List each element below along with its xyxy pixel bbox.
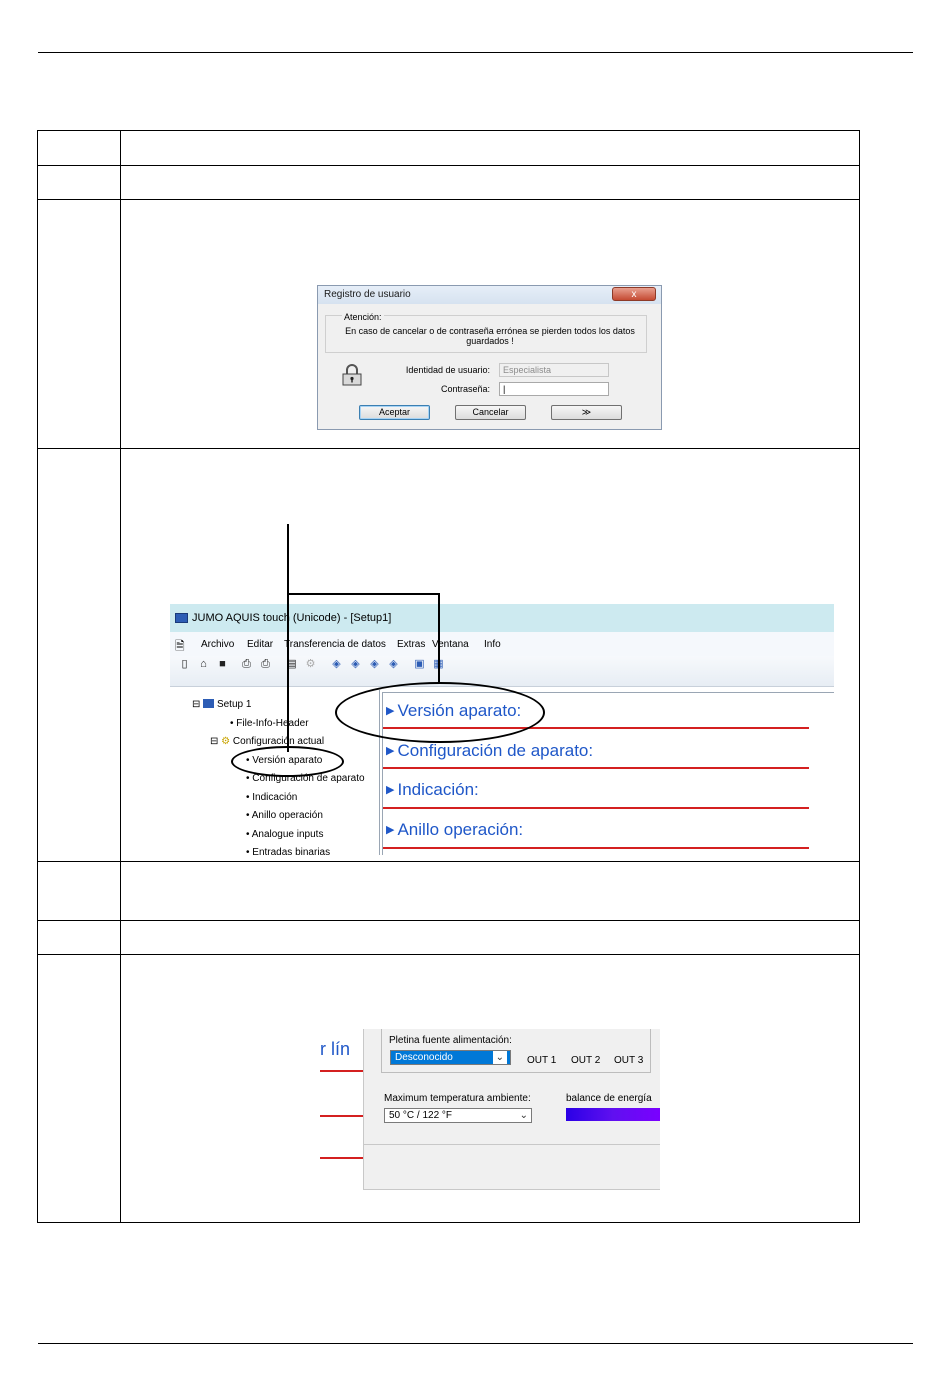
tree-node-display[interactable]: • Indicación bbox=[246, 792, 297, 803]
menu-transferencia[interactable]: Transferencia de datos bbox=[284, 639, 386, 650]
tree-node-setup-label: Setup 1 bbox=[216, 699, 252, 710]
monitor-icon[interactable]: ▣ bbox=[413, 658, 426, 671]
open-folder-icon[interactable]: ⌂ bbox=[197, 658, 210, 671]
power-board-label: Pletina fuente alimentación: bbox=[389, 1035, 512, 1046]
output-1-label: OUT 1 bbox=[527, 1055, 557, 1066]
tree-node-analog[interactable]: • Analogue inputs bbox=[246, 829, 323, 840]
save-icon[interactable]: ■ bbox=[216, 658, 229, 671]
table-row-divider bbox=[38, 861, 859, 862]
print-icon[interactable]: ⎙ bbox=[259, 658, 272, 671]
cancel-button[interactable]: Cancelar bbox=[455, 405, 526, 420]
output-3-label: OUT 3 bbox=[614, 1055, 644, 1066]
expand-triangle-icon: ▶ bbox=[386, 784, 395, 796]
section-device-config-label: Configuración de aparato: bbox=[397, 741, 594, 760]
tree-node-setup[interactable]: ⊟ Setup 1 bbox=[192, 699, 251, 710]
section-ring[interactable]: ▶ Anillo operación: bbox=[386, 820, 523, 840]
table-column-divider bbox=[120, 131, 121, 1222]
max-temp-value: 50 °C / 122 °F bbox=[389, 1110, 453, 1121]
expand-button[interactable]: ≫ bbox=[551, 405, 622, 420]
cut-section-text: r lín bbox=[320, 1039, 351, 1059]
section-divider bbox=[320, 1115, 363, 1117]
energy-balance-bar bbox=[566, 1108, 660, 1121]
header-rule bbox=[38, 52, 913, 53]
table-row-divider bbox=[38, 448, 859, 449]
tree-node-file-info[interactable]: • File-Info-Header bbox=[230, 718, 309, 729]
accept-button[interactable]: Aceptar bbox=[359, 405, 430, 420]
callout-line-1 bbox=[287, 524, 289, 752]
chevron-down-icon: ⌄ bbox=[519, 1110, 528, 1121]
section-divider bbox=[383, 767, 809, 769]
transfer-left-icon[interactable]: ◈ bbox=[368, 658, 381, 671]
power-board-select[interactable]: Desconocido ⌄ bbox=[390, 1050, 511, 1065]
section-display-label: Indicación: bbox=[397, 780, 479, 799]
output-2-label: OUT 2 bbox=[571, 1055, 601, 1066]
password-field[interactable]: | bbox=[499, 382, 609, 396]
menu-info[interactable]: Info bbox=[484, 639, 501, 650]
callout-line-3 bbox=[438, 593, 440, 683]
table-row-divider bbox=[38, 920, 859, 921]
section-divider bbox=[383, 847, 809, 849]
section-device-config[interactable]: ▶ Configuración de aparato: bbox=[386, 741, 593, 761]
tree-node-ring[interactable]: • Anillo operación bbox=[246, 810, 323, 821]
transfer-down-icon[interactable]: ◈ bbox=[349, 658, 362, 671]
setup-icon bbox=[203, 699, 215, 708]
section-divider bbox=[320, 1157, 363, 1159]
chevron-down-icon: ⌄ bbox=[492, 1051, 507, 1064]
menu-editar[interactable]: Editar bbox=[247, 639, 273, 650]
new-file-icon[interactable]: ▯ bbox=[178, 658, 191, 671]
table-row-divider bbox=[38, 199, 859, 200]
transfer-right-icon[interactable]: ◈ bbox=[387, 658, 400, 671]
table-row-divider bbox=[38, 954, 859, 955]
transfer-up-icon[interactable]: ◈ bbox=[330, 658, 343, 671]
section-divider bbox=[320, 1070, 363, 1072]
warning-group-label: Atención: bbox=[342, 312, 384, 322]
lock-icon bbox=[342, 364, 362, 386]
user-identity-field[interactable]: Especialista bbox=[499, 363, 609, 377]
table-row-divider bbox=[38, 165, 859, 166]
energy-balance-label: balance de energía bbox=[566, 1093, 652, 1104]
power-board-value: Desconocido bbox=[395, 1052, 453, 1063]
app-icon bbox=[175, 613, 188, 623]
menu-extras[interactable]: Extras bbox=[397, 639, 425, 650]
highlight-ellipse-tree bbox=[231, 746, 344, 777]
warning-message: En caso de cancelar o de contraseña erró… bbox=[345, 326, 635, 346]
expand-triangle-icon: ▶ bbox=[386, 745, 395, 757]
dialog-title: Registro de usuario bbox=[324, 289, 411, 300]
tree-node-analog-label: Analogue inputs bbox=[251, 829, 324, 840]
tree-node-binary[interactable]: • Entradas binarias bbox=[246, 847, 330, 855]
device-config-crop: r lín Pletina fuente alimentación: Desco… bbox=[320, 1029, 660, 1200]
callout-line-2 bbox=[287, 593, 439, 595]
config-gear-icon: ⚙ bbox=[221, 736, 231, 747]
tree-node-ring-label: Anillo operación bbox=[251, 810, 323, 821]
user-login-dialog: Registro de usuario x Atención: En caso … bbox=[317, 285, 662, 430]
tree-node-binary-label: Entradas binarias bbox=[252, 847, 331, 855]
panel-divider bbox=[364, 1144, 660, 1145]
section-divider bbox=[383, 807, 809, 809]
expand-triangle-icon: ▶ bbox=[386, 824, 395, 836]
max-temp-label: Maximum temperatura ambiente: bbox=[384, 1093, 531, 1104]
section-display[interactable]: ▶ Indicación: bbox=[386, 780, 479, 800]
tree-node-display-label: Indicación bbox=[252, 792, 298, 803]
gear-disabled-icon[interactable]: ⚙ bbox=[304, 658, 317, 671]
app-title: JUMO AQUIS touch (Unicode) - [Setup1] bbox=[192, 612, 392, 624]
highlight-ellipse-section bbox=[335, 682, 545, 743]
max-temp-select[interactable]: 50 °C / 122 °F ⌄ bbox=[384, 1108, 532, 1123]
menu-archivo[interactable]: Archivo bbox=[201, 639, 234, 650]
print-preview-icon[interactable]: ⎙ bbox=[240, 658, 253, 671]
menu-doc-icon: 🗎 bbox=[175, 639, 185, 653]
user-identity-label: Identidad de usuario: bbox=[405, 365, 490, 375]
close-button[interactable]: x bbox=[612, 287, 656, 301]
footer-rule bbox=[38, 1343, 913, 1344]
tree-node-config[interactable]: ⊟ ⚙ Configuración actual bbox=[210, 736, 324, 747]
password-label: Contraseña: bbox=[440, 384, 490, 394]
tree-node-file-info-label: File-Info-Header bbox=[236, 718, 309, 729]
section-ring-label: Anillo operación: bbox=[397, 820, 524, 839]
